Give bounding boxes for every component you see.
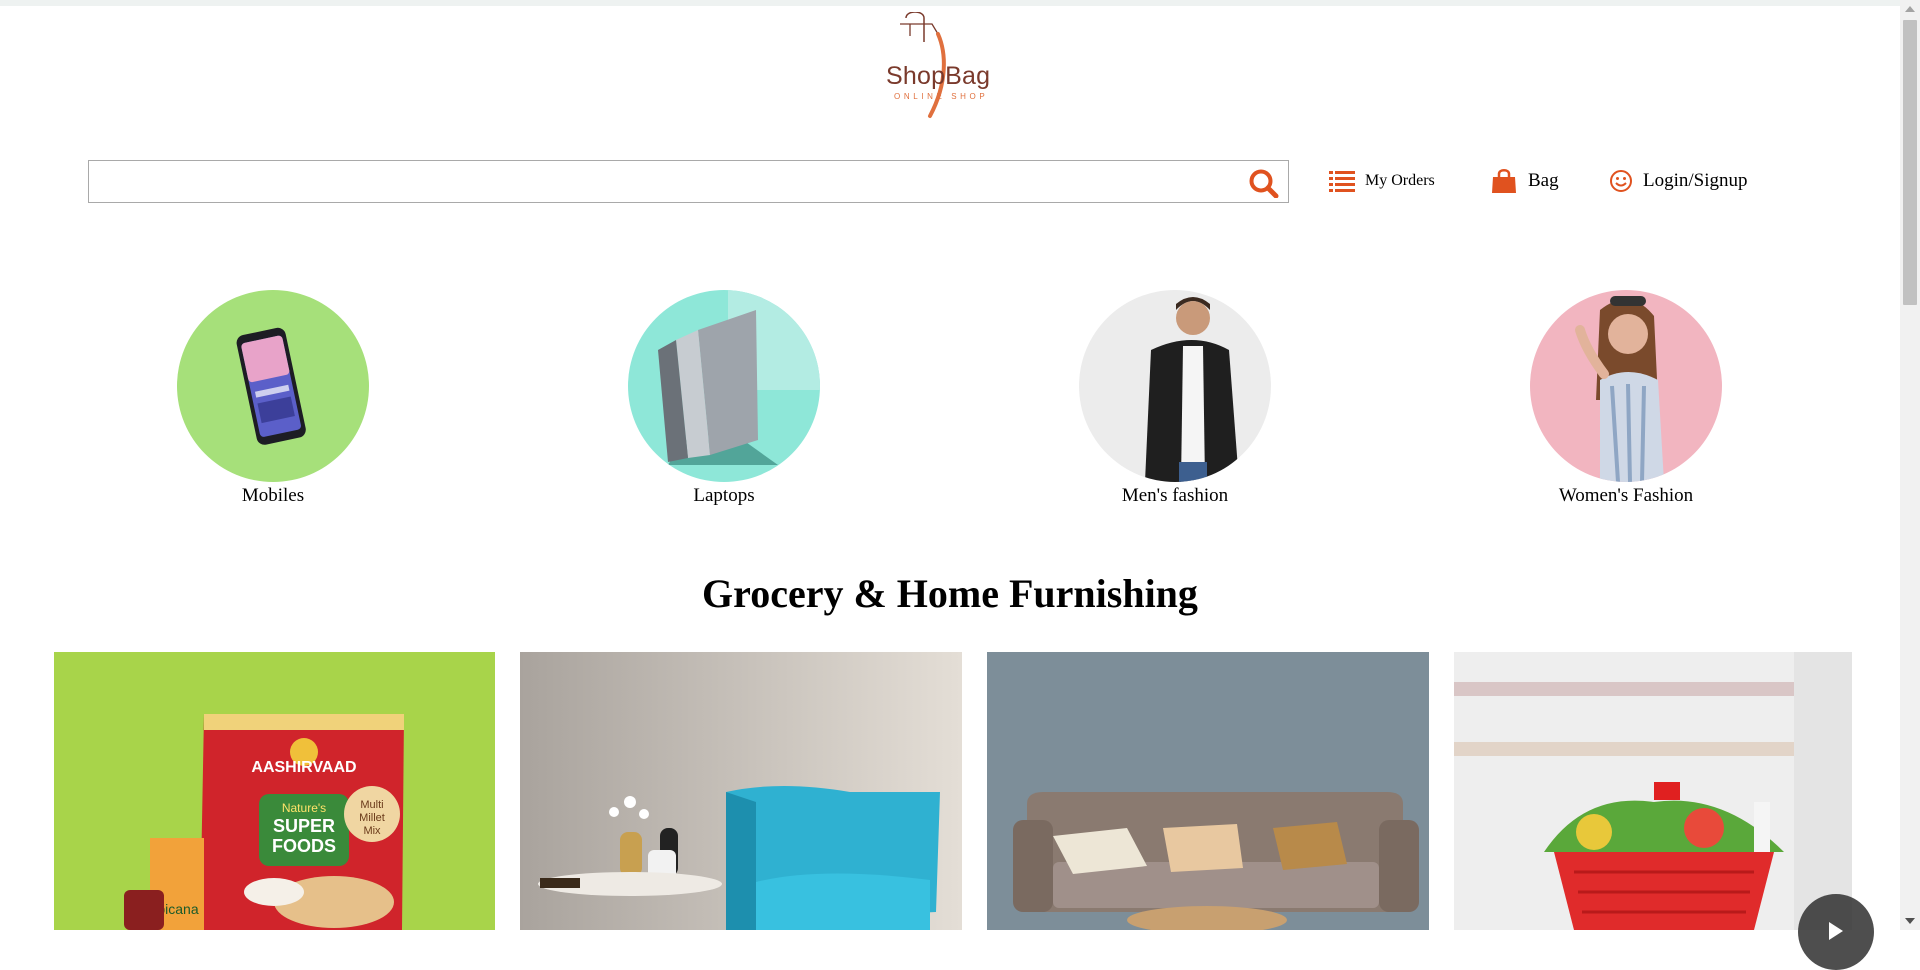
card-line1-text: Nature's [282,801,326,815]
category-mens-fashion[interactable]: Men's fashion [1055,290,1295,507]
category-label: Laptops [693,485,755,506]
logo-text: ShopBag [886,62,991,90]
armchair-image [520,652,962,930]
vertical-scrollbar[interactable] [1900,0,1920,930]
login-signup-link[interactable]: Login/Signup [1609,166,1748,196]
top-border [0,0,1900,6]
card-brand-text: AASHIRVAAD [251,759,356,776]
grocery-products-image: AASHIRVAAD Nature's SUPER FOODS Multi Mi… [54,652,495,930]
category-label: Men's fashion [1121,485,1229,506]
badge-line3: Mix [363,825,381,837]
basket-image [1454,652,1852,930]
my-orders-link[interactable]: My Orders [1329,166,1435,196]
category-mobiles[interactable]: Mobiles [153,290,393,507]
category-laptops[interactable]: Laptops [604,290,844,507]
category-label: Mobiles [241,485,305,506]
login-signup-label: Login/Signup [1643,170,1748,191]
play-arrow-icon [1829,922,1843,940]
bag-label: Bag [1528,170,1559,191]
badge-line2: Millet [359,812,385,824]
card-line2-text: SUPER [273,816,335,836]
category-label: Women's Fashion [1558,485,1694,506]
section-title: Grocery & Home Furnishing [702,571,1198,616]
sofa-image [987,652,1429,930]
shopping-bag-icon [1491,168,1517,194]
grocery-basket-card[interactable] [1454,652,1852,930]
search-input[interactable] [93,164,1237,200]
badge-line1: Multi [360,799,383,811]
laptop-image [628,290,820,482]
sofa-card[interactable] [987,652,1429,930]
scroll-down-arrow-icon[interactable] [1905,918,1915,924]
bag-link[interactable]: Bag [1491,166,1559,196]
armchair-card[interactable] [520,652,962,930]
smiley-icon [1609,169,1633,193]
my-orders-label: My Orders [1365,172,1435,189]
man-image [1079,290,1271,482]
shopbag-logo[interactable]: ShopBag ONLINE SHOP [880,11,1020,130]
grocery-flour-card[interactable]: AASHIRVAAD Nature's SUPER FOODS Multi Mi… [54,652,495,930]
carousel-next-button[interactable] [1798,894,1874,970]
card-line3-text: FOODS [272,836,336,856]
category-womens-fashion[interactable]: Women's Fashion [1506,290,1746,507]
list-icon [1329,170,1355,192]
scrollbar-thumb[interactable] [1903,20,1917,305]
smartphone-image [177,290,369,482]
search-bar [88,160,1289,203]
logo-tagline: ONLINE SHOP [894,92,989,101]
search-icon[interactable] [1248,168,1280,199]
scroll-up-arrow-icon[interactable] [1905,6,1915,12]
woman-image [1530,290,1722,482]
